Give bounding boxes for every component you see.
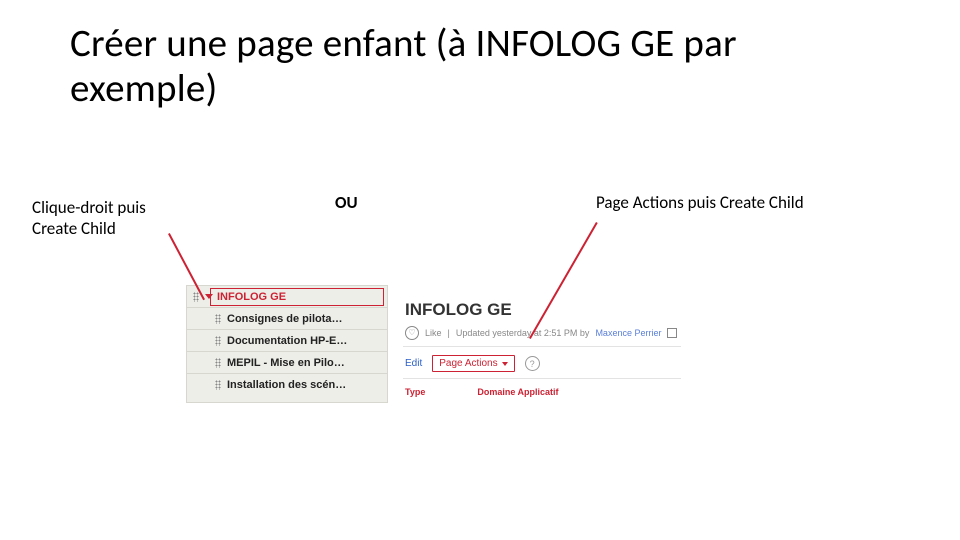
drag-handle-icon <box>215 336 221 346</box>
page-title: INFOLOG GE <box>403 296 681 324</box>
updated-text: Updated yesterday at 2:51 PM by <box>456 328 590 338</box>
external-link-icon <box>667 328 677 338</box>
drag-handle-icon <box>215 358 221 368</box>
caption-right: Page Actions puis Create Child <box>596 192 846 213</box>
prop-domain: Domaine Applicatif <box>477 387 558 397</box>
page-actions-button[interactable]: Page Actions <box>432 355 514 372</box>
caption-left: Clique-droit puis Create Child <box>32 197 192 240</box>
chevron-down-icon <box>205 294 213 299</box>
tree-item[interactable]: Consignes de pilota… <box>187 308 387 330</box>
slide-title: Créer une page enfant (à INFOLOG GE par … <box>70 22 890 112</box>
drag-handle-icon <box>215 314 221 324</box>
tree-item[interactable]: Installation des scén… <box>187 374 387 396</box>
screenshot-page-header: INFOLOG GE ♡ Like | Updated yesterday at… <box>403 296 681 404</box>
page-toolbar: Edit Page Actions ? <box>403 347 681 379</box>
author-link[interactable]: Maxence Perrier <box>595 328 661 338</box>
chevron-down-icon <box>502 362 508 366</box>
slide: Créer une page enfant (à INFOLOG GE par … <box>0 0 960 540</box>
caption-or: OU <box>335 192 375 213</box>
heart-icon[interactable]: ♡ <box>405 326 419 340</box>
like-label[interactable]: Like <box>425 328 442 338</box>
tree-item[interactable]: Documentation HP-E… <box>187 330 387 352</box>
drag-handle-icon <box>193 292 199 302</box>
tree-item-label: Consignes de pilota… <box>227 313 343 325</box>
page-meta: ♡ Like | Updated yesterday at 2:51 PM by… <box>403 324 681 347</box>
tree-item[interactable]: MEPIL - Mise en Pilo… <box>187 352 387 374</box>
tree-root-label: INFOLOG GE <box>217 291 286 303</box>
page-actions-label: Page Actions <box>439 358 497 369</box>
tree-root[interactable]: INFOLOG GE <box>187 286 387 308</box>
tree-item-label: MEPIL - Mise en Pilo… <box>227 357 345 369</box>
prop-type: Type <box>405 387 425 397</box>
tree-item-label: Documentation HP-E… <box>227 335 347 347</box>
page-properties: Type Domaine Applicatif <box>403 379 681 397</box>
help-icon[interactable]: ? <box>525 356 540 371</box>
drag-handle-icon <box>215 380 221 390</box>
screenshot-sidebar: INFOLOG GE Consignes de pilota… Document… <box>186 285 388 403</box>
edit-button[interactable]: Edit <box>405 358 422 369</box>
tree-item-label: Installation des scén… <box>227 379 346 391</box>
